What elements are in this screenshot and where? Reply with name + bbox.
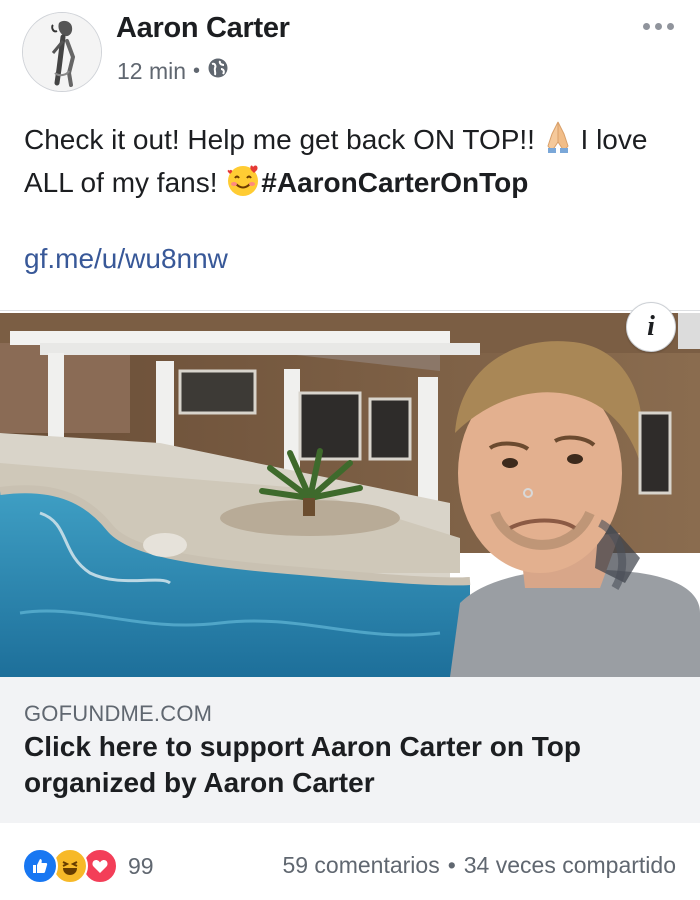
more-dot [654, 22, 662, 30]
link-preview-caption[interactable]: GOFUNDME.COM Click here to support Aaron… [0, 677, 700, 823]
post-header: Aaron Carter 12 min • [0, 0, 700, 100]
post-text-part1: Check it out! Help me get back ON TOP!! [24, 124, 543, 155]
meta-separator: • [193, 59, 201, 82]
post-link[interactable]: gf.me/u/wu8nnw [24, 243, 228, 275]
stats-separator: • [447, 852, 456, 878]
like-icon [22, 848, 58, 884]
backyard-selfie-photo [0, 313, 700, 677]
link-domain: GOFUNDME.COM [24, 701, 213, 726]
avatar[interactable] [22, 12, 102, 92]
reaction-count: 99 [128, 852, 154, 879]
post-footer: 99 59 comentarios • 34 veces compartido [0, 823, 700, 900]
comments-count[interactable]: 59 comentarios [282, 852, 439, 879]
globe-icon [207, 57, 229, 85]
post-meta: 12 min • [117, 57, 229, 85]
reactions-summary[interactable]: 99 [22, 848, 154, 884]
link-title-line2: organized by Aaron Carter [24, 767, 375, 798]
post-timestamp[interactable]: 12 min [117, 58, 186, 85]
post-author-name[interactable]: Aaron Carter [116, 12, 290, 45]
link-title: Click here to support Aaron Carter on To… [24, 729, 664, 801]
card-divider [0, 310, 700, 311]
post-link-text[interactable]: gf.me/u/wu8nnw [24, 243, 228, 274]
hashtag-link[interactable]: #AaronCarterOnTop [261, 167, 528, 198]
more-options-button[interactable] [634, 16, 682, 36]
link-title-line1: Click here to support Aaron Carter on To… [24, 731, 581, 762]
praying-hands-icon [543, 120, 573, 163]
post-message: Check it out! Help me get back ON TOP!! … [24, 120, 674, 206]
more-dot [642, 22, 650, 30]
link-preview-image[interactable] [0, 313, 700, 677]
avatar-image [23, 13, 101, 91]
shares-count[interactable]: 34 veces compartido [464, 852, 676, 879]
more-dot [666, 22, 674, 30]
engagement-stats: 59 comentarios • 34 veces compartido [282, 852, 676, 879]
smiling-face-with-hearts-icon [225, 163, 261, 206]
ad-info-button[interactable]: i [626, 302, 676, 352]
